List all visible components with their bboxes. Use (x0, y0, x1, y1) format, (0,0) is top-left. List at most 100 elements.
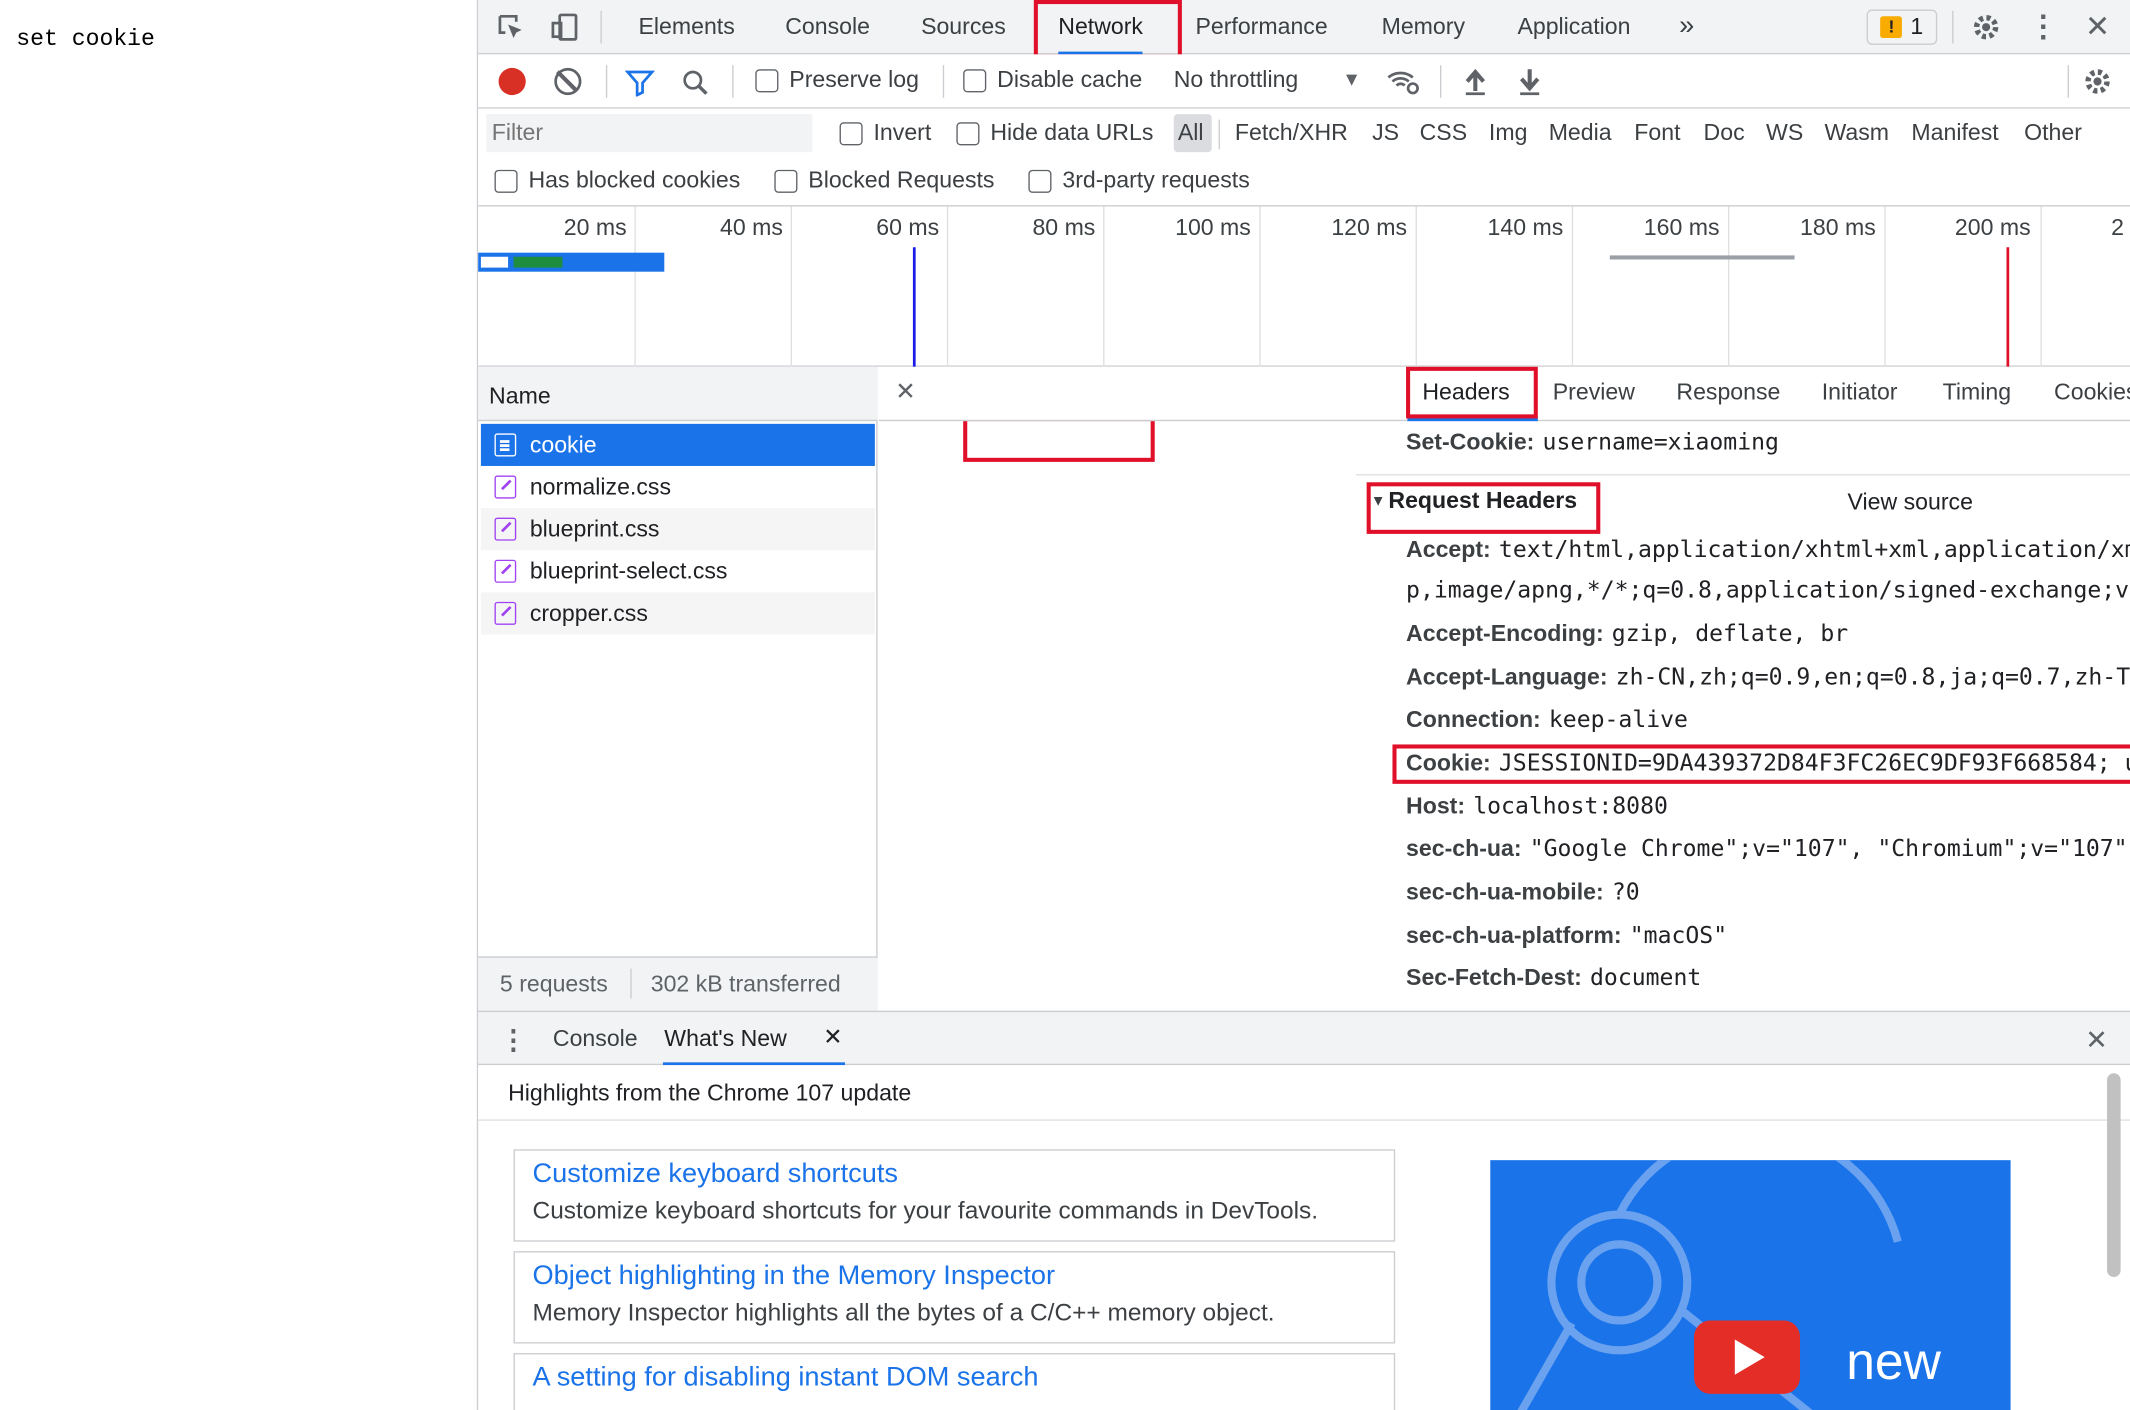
drawer-menu-icon[interactable]: ⋮ (500, 1023, 527, 1057)
play-button-icon[interactable] (1694, 1320, 1801, 1394)
close-devtools-icon[interactable]: ✕ (2081, 10, 2114, 44)
card-title[interactable]: Customize keyboard shortcuts (533, 1159, 898, 1190)
close-tab-icon[interactable]: ✕ (823, 1024, 842, 1051)
timeline-scroll-indicator[interactable] (1609, 255, 1795, 260)
drawer-scrollbar[interactable] (2107, 1073, 2121, 1277)
record-icon[interactable] (498, 67, 526, 96)
tab-elements[interactable]: Elements (638, 0, 734, 53)
filter-type-ws[interactable]: WS (1766, 120, 1803, 147)
close-drawer-icon[interactable]: ✕ (2085, 1023, 2108, 1057)
filter-bar: Invert Hide data URLs All Fetch/XHR JS C… (478, 108, 2130, 207)
invert-checkbox[interactable]: Invert (839, 120, 931, 147)
header-key: Set-Cookie: (1406, 429, 1535, 456)
preserve-log-checkbox[interactable]: Preserve log (755, 67, 919, 94)
card-title[interactable]: A setting for disabling instant DOM sear… (533, 1363, 1039, 1394)
drawer-tab-whats-new[interactable]: What's New (664, 1026, 786, 1053)
timeline-bar-waiting (480, 256, 509, 268)
filter-input[interactable] (486, 114, 813, 153)
filter-type-fetch-xhr[interactable]: Fetch/XHR (1235, 120, 1348, 147)
search-icon[interactable] (679, 67, 712, 100)
tab-headers[interactable]: Headers (1422, 379, 1509, 406)
timeline-tick: 60 ms (876, 214, 940, 241)
import-har-icon[interactable] (1459, 65, 1492, 98)
export-har-icon[interactable] (1513, 65, 1546, 98)
network-conditions-icon[interactable] (1386, 65, 1421, 98)
header-value: keep-alive (1548, 706, 1688, 734)
drawer-tab-console[interactable]: Console (553, 1026, 638, 1053)
tab-preview[interactable]: Preview (1553, 379, 1635, 406)
tab-network[interactable]: Network (1058, 0, 1143, 55)
header-value: zh-CN,zh;q=0.9,en;q=0.8,ja;q=0.7,zh-TW;q… (1615, 664, 2130, 692)
filter-type-other[interactable]: Other (2024, 120, 2082, 147)
third-party-requests-checkbox[interactable]: 3rd-party requests (1028, 167, 1250, 194)
header-key: Host: (1406, 793, 1466, 820)
request-row-normalize-css[interactable]: normalize.css (481, 466, 875, 508)
filter-type-manifest[interactable]: Manifest (1911, 120, 1998, 147)
timeline-overview[interactable]: 20 ms 40 ms 60 ms 80 ms 100 ms 120 ms 14… (478, 206, 2130, 367)
header-key: Accept-Encoding: (1406, 620, 1604, 647)
network-settings-gear-icon[interactable] (2081, 65, 2114, 98)
timeline-bar-download (513, 256, 563, 268)
inspect-element-icon[interactable] (494, 11, 527, 44)
tab-performance[interactable]: Performance (1195, 0, 1327, 53)
whats-new-card[interactable]: Customize keyboard shortcuts Customize k… (513, 1149, 1396, 1242)
chevron-down-icon[interactable]: ▼ (1342, 68, 1361, 90)
grid-line (1884, 206, 1886, 367)
tab-cookies[interactable]: Cookies (2054, 379, 2130, 406)
request-name: blueprint.css (529, 515, 660, 542)
video-thumbnail[interactable]: new (1490, 1160, 2011, 1410)
whats-new-card[interactable]: A setting for disabling instant DOM sear… (513, 1353, 1396, 1410)
close-detail-icon[interactable]: ✕ (895, 378, 916, 407)
triangle-down-icon[interactable]: ▼ (1371, 493, 1386, 509)
request-row-cookie[interactable]: cookie (480, 423, 875, 466)
card-title[interactable]: Object highlighting in the Memory Inspec… (533, 1261, 1056, 1292)
filter-type-wasm[interactable]: Wasm (1824, 120, 1889, 147)
view-source-link[interactable]: View source (1848, 489, 1973, 516)
has-blocked-cookies-checkbox[interactable]: Has blocked cookies (494, 167, 740, 194)
device-toolbar-icon[interactable] (549, 11, 582, 44)
tab-memory[interactable]: Memory (1382, 0, 1465, 53)
grid-line (2040, 206, 2042, 367)
filter-type-css[interactable]: CSS (1420, 120, 1468, 147)
more-tabs-icon[interactable]: » (1679, 0, 1694, 53)
card-description: Memory Inspector highlights all the byte… (532, 1298, 1275, 1326)
tab-timing[interactable]: Timing (1943, 379, 2011, 406)
tab-console[interactable]: Console (785, 0, 870, 53)
tab-application[interactable]: Application (1517, 0, 1630, 53)
request-row-blueprint-select-css[interactable]: blueprint-select.css (481, 550, 875, 592)
timeline-tick: 80 ms (1032, 214, 1096, 241)
load-event-line (2006, 247, 2009, 367)
highlight-cookie-request (963, 417, 1155, 462)
card-description: Customize keyboard shortcuts for your fa… (532, 1196, 1319, 1225)
header-row-connection: Connection: keep-alive (1406, 706, 1688, 733)
throttling-select[interactable]: No throttling (1174, 67, 1299, 94)
settings-gear-icon[interactable] (1970, 11, 2003, 44)
clear-icon[interactable] (554, 67, 582, 96)
filter-type-media[interactable]: Media (1549, 120, 1612, 147)
tab-initiator[interactable]: Initiator (1822, 379, 1898, 406)
grid-line (1259, 206, 1261, 367)
whats-new-card[interactable]: Object highlighting in the Memory Inspec… (513, 1251, 1396, 1344)
filter-icon[interactable] (624, 67, 657, 100)
header-row-sec-ch-ua-platform: sec-ch-ua-platform: "macOS" (1406, 922, 1727, 949)
request-row-blueprint-css[interactable]: blueprint.css (480, 508, 875, 551)
hide-data-urls-checkbox[interactable]: Hide data URLs (956, 120, 1153, 147)
name-column-header[interactable]: Name (478, 366, 878, 422)
tab-response[interactable]: Response (1676, 379, 1780, 406)
disable-cache-checkbox[interactable]: Disable cache (963, 67, 1142, 94)
tab-sources[interactable]: Sources (921, 0, 1006, 53)
more-options-icon[interactable]: ⋮ (2027, 10, 2060, 44)
filter-type-all[interactable]: All (1178, 120, 1204, 147)
issues-badge[interactable]: ! 1 (1866, 9, 1938, 45)
blocked-requests-checkbox[interactable]: Blocked Requests (774, 167, 994, 194)
grid-line (1415, 206, 1417, 367)
filter-type-doc[interactable]: Doc (1704, 120, 1745, 147)
request-row-cropper-css[interactable]: cropper.css (480, 592, 875, 635)
filter-type-font[interactable]: Font (1634, 120, 1680, 147)
stylesheet-icon (494, 601, 517, 625)
header-value: document (1590, 964, 1702, 992)
filter-type-js[interactable]: JS (1372, 120, 1399, 147)
filter-type-img[interactable]: Img (1489, 120, 1528, 147)
timeline-tick: 40 ms (720, 214, 783, 241)
request-headers-title[interactable]: Request Headers (1388, 488, 1577, 515)
